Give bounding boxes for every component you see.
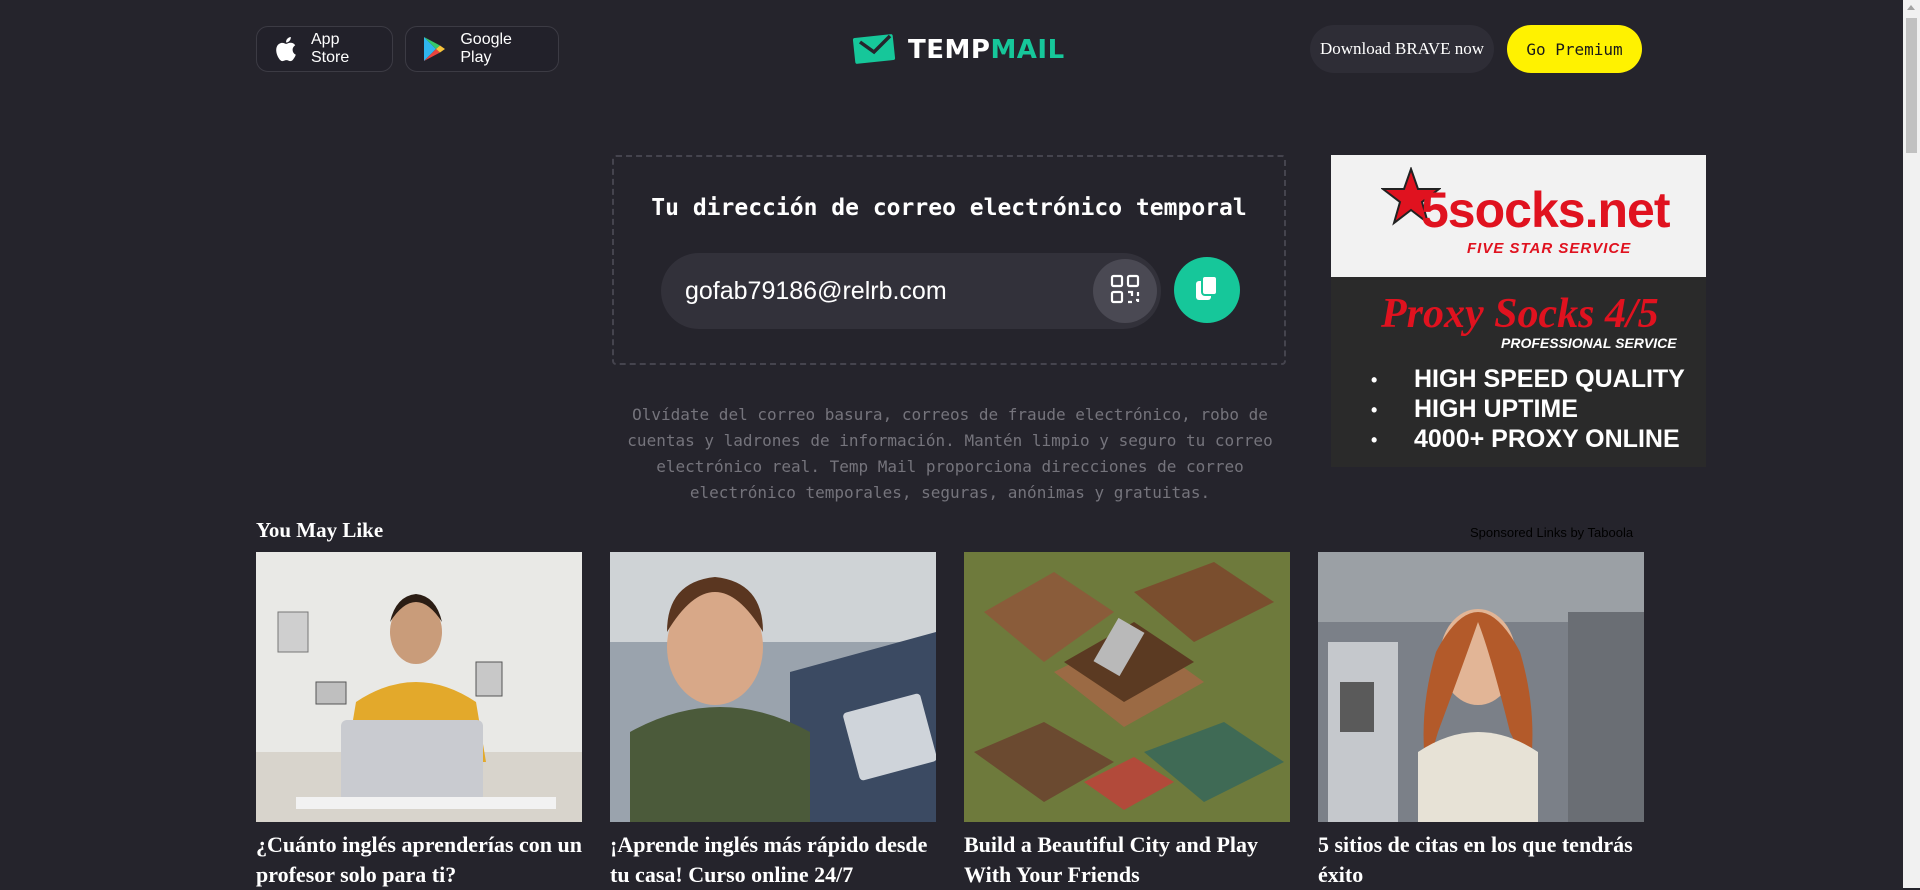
- qr-code-icon: [1110, 274, 1140, 309]
- you-may-like-heading: You May Like: [256, 518, 384, 542]
- feed-card[interactable]: ¡Aprende inglés más rápido desde tu casa…: [610, 552, 936, 890]
- vertical-scrollbar[interactable]: [1903, 0, 1920, 888]
- feed-card[interactable]: 5 sitios de citas en los que tendrás éxi…: [1318, 552, 1644, 890]
- feed-card[interactable]: ¿Cuánto inglés aprenderías con un profes…: [256, 552, 582, 890]
- scroll-up-arrow-icon[interactable]: [1907, 5, 1915, 10]
- envelope-icon: [852, 30, 898, 69]
- copy-icon: [1193, 273, 1221, 308]
- ad-headline: Proxy Socks 4/5: [1381, 291, 1659, 337]
- email-panel-title: Tu dirección de correo electrónico tempo…: [651, 195, 1247, 221]
- email-address-text[interactable]: gofab79186@relrb.com: [685, 253, 947, 329]
- proxy-ad-banner[interactable]: 5socks.net FIVE STAR SERVICE Proxy Socks…: [1331, 155, 1706, 467]
- logo-text-temp: TEMP: [908, 34, 991, 65]
- card-image-redhead-woman[interactable]: [1318, 552, 1644, 822]
- ad-logo-text: 5socks.net: [1421, 182, 1670, 238]
- description-text: Olvídate del correo basura, correos de f…: [627, 405, 1273, 502]
- copy-button[interactable]: [1174, 257, 1240, 323]
- temp-email-panel: Tu dirección de correo electrónico tempo…: [612, 155, 1286, 365]
- card-image-medieval-city[interactable]: [964, 552, 1290, 822]
- sponsored-links-label[interactable]: Sponsored Links by Taboola: [1470, 525, 1633, 540]
- card-title[interactable]: ¿Cuánto inglés aprenderías con un profes…: [256, 830, 582, 890]
- card-title[interactable]: ¡Aprende inglés más rápido desde tu casa…: [610, 830, 936, 890]
- ad-tagline: FIVE STAR SERVICE: [1467, 240, 1632, 257]
- app-store-button[interactable]: App Store: [256, 26, 393, 72]
- scrollbar-thumb[interactable]: [1906, 18, 1917, 153]
- card-title[interactable]: 5 sitios de citas en los que tendrás éxi…: [1318, 830, 1644, 890]
- card-image-smiling-woman[interactable]: [610, 552, 936, 822]
- google-play-icon: [422, 35, 446, 63]
- logo-text-mail: MAIL: [990, 34, 1065, 65]
- google-play-label: Google Play: [460, 31, 512, 66]
- tempmail-logo[interactable]: TEMPMAIL: [852, 30, 1065, 69]
- apple-icon: [273, 35, 297, 63]
- ad-subheadline: PROFESSIONAL SERVICE: [1501, 335, 1677, 351]
- download-brave-button[interactable]: Download BRAVE now: [1310, 25, 1494, 73]
- card-image-woman-laptop[interactable]: [256, 552, 582, 822]
- qr-code-button[interactable]: [1093, 259, 1157, 323]
- card-title[interactable]: Build a Beautiful City and Play With You…: [964, 830, 1290, 890]
- go-premium-button[interactable]: Go Premium: [1507, 25, 1642, 73]
- google-play-button[interactable]: Google Play: [405, 26, 559, 72]
- app-store-label: App Store: [311, 31, 350, 66]
- ad-feature: HIGH UPTIME: [1371, 395, 1685, 425]
- feed-card[interactable]: Build a Beautiful City and Play With You…: [964, 552, 1290, 890]
- ad-feature-list: HIGH SPEED QUALITY HIGH UPTIME 4000+ PRO…: [1371, 365, 1685, 455]
- ad-feature: HIGH SPEED QUALITY: [1371, 365, 1685, 395]
- email-address-field[interactable]: gofab79186@relrb.com: [661, 253, 1161, 329]
- ad-feature: 4000+ PROXY ONLINE: [1371, 425, 1685, 455]
